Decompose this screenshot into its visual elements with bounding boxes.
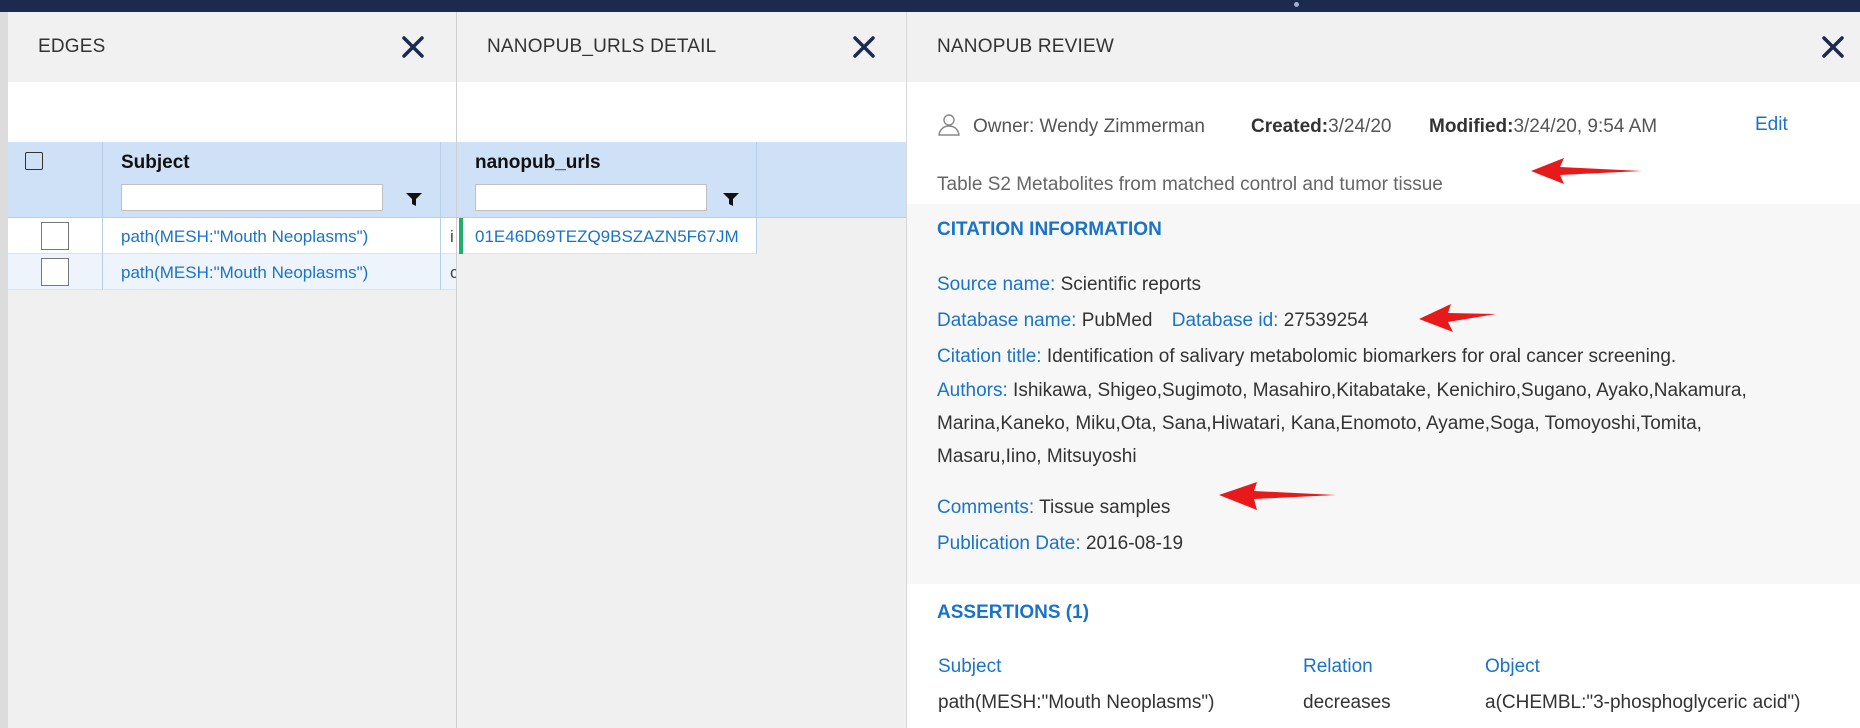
created-label: Created: [1251,116,1329,137]
assertion-subject-header: Subject [938,656,1002,677]
subject-link[interactable]: path(MESH:"Mouth Neoplasms") [121,263,368,283]
review-panel-header: NANOPUB REVIEW [907,12,1860,82]
citation-section-title: CITATION INFORMATION [937,219,1162,240]
column-divider [756,218,757,254]
review-summary: Owner: Wendy Zimmerman Created:3/24/20 M… [907,82,1860,204]
subject-filter-input[interactable] [121,184,383,211]
column-divider [102,218,103,254]
nanopub-description: Table S2 Metabolites from matched contro… [937,174,1443,195]
table-row[interactable]: 01E46D69TEZQ9BSZAZN5F67JM [457,218,757,254]
publication-date-label: Publication Date: [937,533,1081,554]
publication-date-value: 2016-08-19 [1085,533,1184,554]
close-icon[interactable] [850,33,878,61]
authors-label: Authors: [937,380,1008,401]
nanopub-urls-panel: NANOPUB_URLS DETAIL nanopub_urls 01E46D6… [456,12,906,728]
comments-label: Comments: [937,497,1035,518]
assertion-relation-header: Relation [1303,656,1373,677]
column-divider [756,142,757,218]
modified-label: Modified: [1429,116,1514,137]
authors-field: Authors: Ishikawa, Shigeo,Sugimoto, Masa… [937,374,1747,473]
annotation-arrow [1531,158,1642,184]
assertion-subject: path(MESH:"Mouth Neoplasms") [938,692,1215,713]
urls-panel-title: NANOPUB_URLS DETAIL [487,36,717,57]
row-checkbox[interactable] [41,258,69,286]
review-panel-title: NANOPUB REVIEW [937,36,1114,57]
assertions-section-title: ASSERTIONS (1) [937,602,1090,623]
assertion-object-header: Object [1485,656,1540,677]
annotation-arrow [1419,304,1496,332]
modified-value: 3/24/20, 9:54 AM [1513,116,1658,137]
column-divider [102,142,103,218]
citation-title-field: Citation title: Identification of saliva… [937,340,1676,373]
source-name-label: Source name: [937,274,1056,295]
database-name-label: Database name: [937,310,1077,331]
database-field: Database name: PubMed Database id: 27539… [937,304,1368,337]
subject-link[interactable]: path(MESH:"Mouth Neoplasms") [121,227,368,247]
column-chooser-icon[interactable] [25,152,43,170]
column-divider [440,142,441,218]
edges-panel-header: EDGES [8,12,456,82]
publication-date-field: Publication Date: 2016-08-19 [937,527,1183,560]
urls-panel-header: NANOPUB_URLS DETAIL [457,12,906,82]
created-value: 3/24/20 [1328,116,1392,137]
database-name-value: PubMed [1081,310,1153,331]
edges-panel: EDGES Subject path(MESH:"Mouth Neoplasms… [0,12,456,728]
created-info: Created:3/24/20 [1251,116,1391,138]
comments-field: Comments: Tissue samples [937,491,1170,524]
database-id-label: Database id: [1171,310,1279,331]
edges-panel-title: EDGES [38,36,106,57]
close-icon[interactable] [1819,33,1847,61]
urls-toolbar [457,82,906,142]
citation-title-value: Identification of salivary metabolomic b… [1046,346,1677,367]
urls-grid-header: nanopub_urls [457,142,906,218]
nanopub-urls-column-header[interactable]: nanopub_urls [475,152,601,174]
column-divider [440,254,441,290]
nanopub-url-link[interactable]: 01E46D69TEZQ9BSZAZN5F67JM [475,227,755,247]
urls-filter-input[interactable] [475,184,707,211]
table-row[interactable]: path(MESH:"Mouth Neoplasms") i [8,218,456,254]
user-icon [937,112,961,136]
filter-icon[interactable] [406,193,422,207]
subject-column-header[interactable]: Subject [121,152,190,174]
table-row[interactable]: path(MESH:"Mouth Neoplasms") c [8,254,456,290]
nanopub-review-panel: NANOPUB REVIEW Owner: Wendy Zimmerman Cr… [906,12,1860,728]
close-icon[interactable] [399,33,427,61]
modified-info: Modified:3/24/20, 9:54 AM [1429,116,1657,138]
column-divider [440,218,441,254]
database-id-value: 27539254 [1283,310,1369,331]
edit-link[interactable]: Edit [1755,114,1788,136]
comments-value: Tissue samples [1039,497,1171,518]
source-name-field: Source name: Scientific reports [937,268,1201,301]
owner-text: Owner: Wendy Zimmerman [973,116,1205,137]
source-name-value: Scientific reports [1060,274,1202,295]
app-top-bar [0,0,1860,12]
assertion-relation: decreases [1303,692,1391,713]
star-decoration [1294,2,1299,7]
annotation-arrow [1219,482,1336,510]
row-selection-marker [459,218,463,254]
edges-grid-header: Subject [8,142,456,218]
column-divider [102,254,103,290]
edges-toolbar [8,82,456,142]
authors-line: Marina,Kaneko, Miku,Ota, Sana,Hiwatari, … [937,413,1702,434]
relation-cell-peek: i [450,227,454,246]
assertion-object: a(CHEMBL:"3-phosphoglyceric acid") [1485,692,1801,713]
citation-title-label: Citation title: [937,346,1042,367]
authors-line: Ishikawa, Shigeo,Sugimoto, Masahiro,Kita… [1013,380,1747,401]
authors-line: Masaru,Iino, Mitsuyoshi [937,446,1137,467]
row-checkbox[interactable] [41,222,69,250]
filter-icon[interactable] [723,193,739,207]
